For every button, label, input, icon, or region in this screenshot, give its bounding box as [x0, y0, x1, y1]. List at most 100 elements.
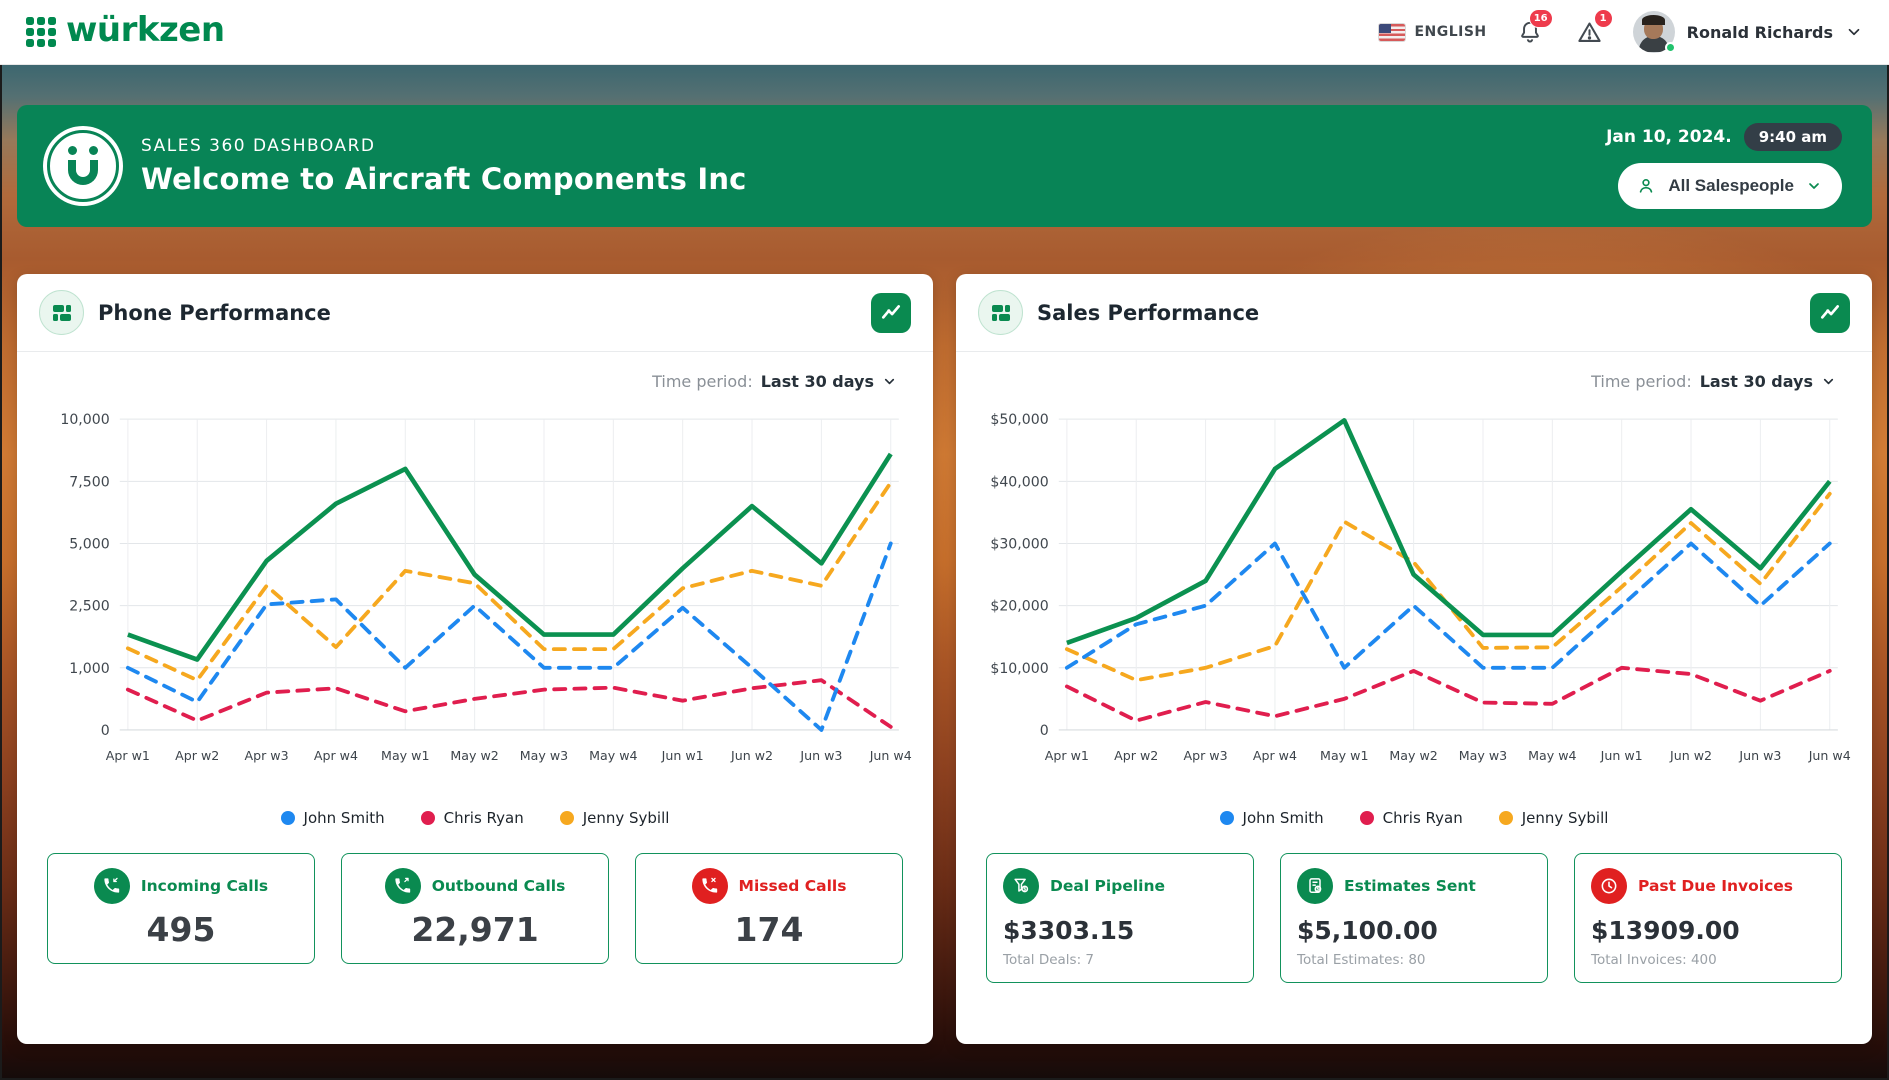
banner-eyebrow: SALES 360 DASHBOARD — [141, 136, 747, 156]
legend-dot — [1499, 811, 1513, 825]
dashboard-squares-icon — [39, 290, 84, 335]
svg-text:May w1: May w1 — [1320, 748, 1368, 763]
chevron-down-icon — [1821, 374, 1836, 389]
svg-text:$: $ — [1316, 886, 1320, 892]
wurkzen-smiley-logo-icon — [43, 126, 123, 206]
legend-dot — [1220, 811, 1234, 825]
svg-text:$: $ — [1023, 886, 1027, 892]
sales-chart-legend: John Smith Chris Ryan Jenny Sybill — [956, 809, 1872, 827]
notifications-badge: 16 — [1529, 9, 1553, 28]
svg-text:$50,000: $50,000 — [990, 412, 1048, 428]
outbound-calls-stat: Outbound Calls 22,971 — [341, 853, 609, 964]
chevron-down-icon — [1806, 178, 1822, 194]
svg-text:Apr w3: Apr w3 — [244, 748, 288, 763]
phone-missed-icon — [692, 868, 728, 904]
us-flag-icon — [1379, 24, 1405, 41]
svg-text:May w3: May w3 — [520, 748, 568, 763]
dashboard-page: würkzen ENGLISH 16 1 — [0, 0, 1889, 1080]
online-status-dot — [1665, 42, 1676, 53]
svg-text:5,000: 5,000 — [69, 537, 109, 553]
stat-label: Estimates Sent — [1344, 877, 1476, 895]
estimates-sent-stat: $ Estimates Sent $5,100.00 Total Estimat… — [1280, 853, 1548, 983]
banner-right: Jan 10, 2024. 9:40 am All Salespeople — [1606, 123, 1842, 209]
svg-text:Jun w4: Jun w4 — [869, 748, 912, 763]
legend-dot — [1360, 811, 1374, 825]
svg-text:Apr w1: Apr w1 — [106, 748, 150, 763]
alerts-badge: 1 — [1594, 9, 1613, 28]
svg-text:Jun w1: Jun w1 — [661, 748, 704, 763]
deal-pipeline-stat: $ Deal Pipeline $3303.15 Total Deals: 7 — [986, 853, 1254, 983]
phone-stats-row: Incoming Calls 495 Outbound Calls 22,971 — [17, 827, 933, 964]
time-period-value: Last 30 days — [761, 372, 874, 391]
phone-outgoing-icon — [385, 868, 421, 904]
banner-title: Welcome to Aircraft Components Inc — [141, 162, 747, 196]
phone-chart-legend: John Smith Chris Ryan Jenny Sybill — [17, 809, 933, 827]
svg-text:$10,000: $10,000 — [990, 661, 1048, 677]
stat-subtext: Total Estimates: 80 — [1297, 952, 1531, 968]
legend-item: Chris Ryan — [1360, 809, 1463, 827]
time-period-label: Time period: — [1591, 372, 1692, 391]
funnel-dollar-icon: $ — [1003, 868, 1039, 904]
card-title: Sales Performance — [1037, 301, 1259, 325]
stat-subtext: Total Deals: 7 — [1003, 952, 1237, 968]
trend-line-icon — [880, 302, 902, 324]
svg-text:7,500: 7,500 — [69, 474, 109, 490]
svg-text:Apr w3: Apr w3 — [1183, 748, 1227, 763]
chevron-down-icon — [1845, 23, 1863, 41]
legend-dot — [560, 811, 574, 825]
svg-text:$40,000: $40,000 — [990, 474, 1048, 490]
alerts-button[interactable]: 1 — [1573, 15, 1607, 49]
svg-text:$30,000: $30,000 — [990, 537, 1048, 553]
language-selector[interactable]: ENGLISH — [1379, 24, 1486, 41]
salespeople-dropdown[interactable]: All Salespeople — [1618, 163, 1842, 209]
sales-trend-button[interactable] — [1810, 293, 1850, 333]
svg-text:1,000: 1,000 — [69, 661, 109, 677]
missed-calls-stat: Missed Calls 174 — [635, 853, 903, 964]
svg-text:2,500: 2,500 — [69, 599, 109, 615]
banner-time-badge: 9:40 am — [1744, 123, 1842, 151]
svg-text:Apr w2: Apr w2 — [1114, 748, 1158, 763]
svg-text:Apr w4: Apr w4 — [1253, 748, 1297, 763]
user-menu[interactable]: Ronald Richards — [1633, 11, 1863, 53]
svg-text:Apr w2: Apr w2 — [175, 748, 219, 763]
legend-dot — [281, 811, 295, 825]
top-navbar: würkzen ENGLISH 16 1 — [0, 0, 1889, 65]
svg-text:Apr w1: Apr w1 — [1045, 748, 1089, 763]
welcome-banner: SALES 360 DASHBOARD Welcome to Aircraft … — [17, 105, 1872, 227]
clock-icon — [1591, 868, 1627, 904]
svg-text:0: 0 — [101, 723, 110, 739]
dashboard-squares-icon — [978, 290, 1023, 335]
sales-performance-card: Sales Performance Time period: Last 30 d… — [956, 274, 1872, 1044]
estimate-calculator-icon: $ — [1297, 868, 1333, 904]
svg-text:May w3: May w3 — [1459, 748, 1507, 763]
svg-text:Jun w1: Jun w1 — [1600, 748, 1643, 763]
chevron-down-icon — [882, 374, 897, 389]
avatar — [1633, 11, 1675, 53]
navbar-right: ENGLISH 16 1 — [1379, 11, 1863, 53]
cards-row: Phone Performance Time period: Last 30 d… — [0, 227, 1889, 1044]
stat-value: 495 — [64, 910, 298, 949]
svg-text:May w4: May w4 — [589, 748, 637, 763]
svg-text:May w2: May w2 — [450, 748, 498, 763]
sales-stats-row: $ Deal Pipeline $3303.15 Total Deals: 7 … — [956, 827, 1872, 983]
time-period-label: Time period: — [652, 372, 753, 391]
stat-value: $13909.00 — [1591, 916, 1825, 945]
legend-item: Jenny Sybill — [1499, 809, 1609, 827]
notifications-button[interactable]: 16 — [1513, 15, 1547, 49]
sales-performance-chart: 0$10,000$20,000$30,000$40,000$50,000Apr … — [956, 397, 1872, 805]
stat-label: Deal Pipeline — [1050, 877, 1165, 895]
wurkzen-logo[interactable]: würkzen — [26, 13, 225, 51]
legend-item: Chris Ryan — [421, 809, 524, 827]
svg-text:Jun w3: Jun w3 — [799, 748, 842, 763]
sales-time-period-dropdown[interactable]: Time period: Last 30 days — [956, 352, 1872, 397]
phone-incoming-icon — [94, 868, 130, 904]
phone-time-period-dropdown[interactable]: Time period: Last 30 days — [17, 352, 933, 397]
legend-item: Jenny Sybill — [560, 809, 670, 827]
svg-text:$20,000: $20,000 — [990, 599, 1048, 615]
salespeople-dropdown-label: All Salespeople — [1668, 176, 1794, 196]
phone-performance-chart: 01,0002,5005,0007,50010,000Apr w1Apr w2A… — [17, 397, 933, 805]
time-period-value: Last 30 days — [1700, 372, 1813, 391]
past-due-invoices-stat: Past Due Invoices $13909.00 Total Invoic… — [1574, 853, 1842, 983]
phone-trend-button[interactable] — [871, 293, 911, 333]
svg-text:Jun w4: Jun w4 — [1808, 748, 1851, 763]
